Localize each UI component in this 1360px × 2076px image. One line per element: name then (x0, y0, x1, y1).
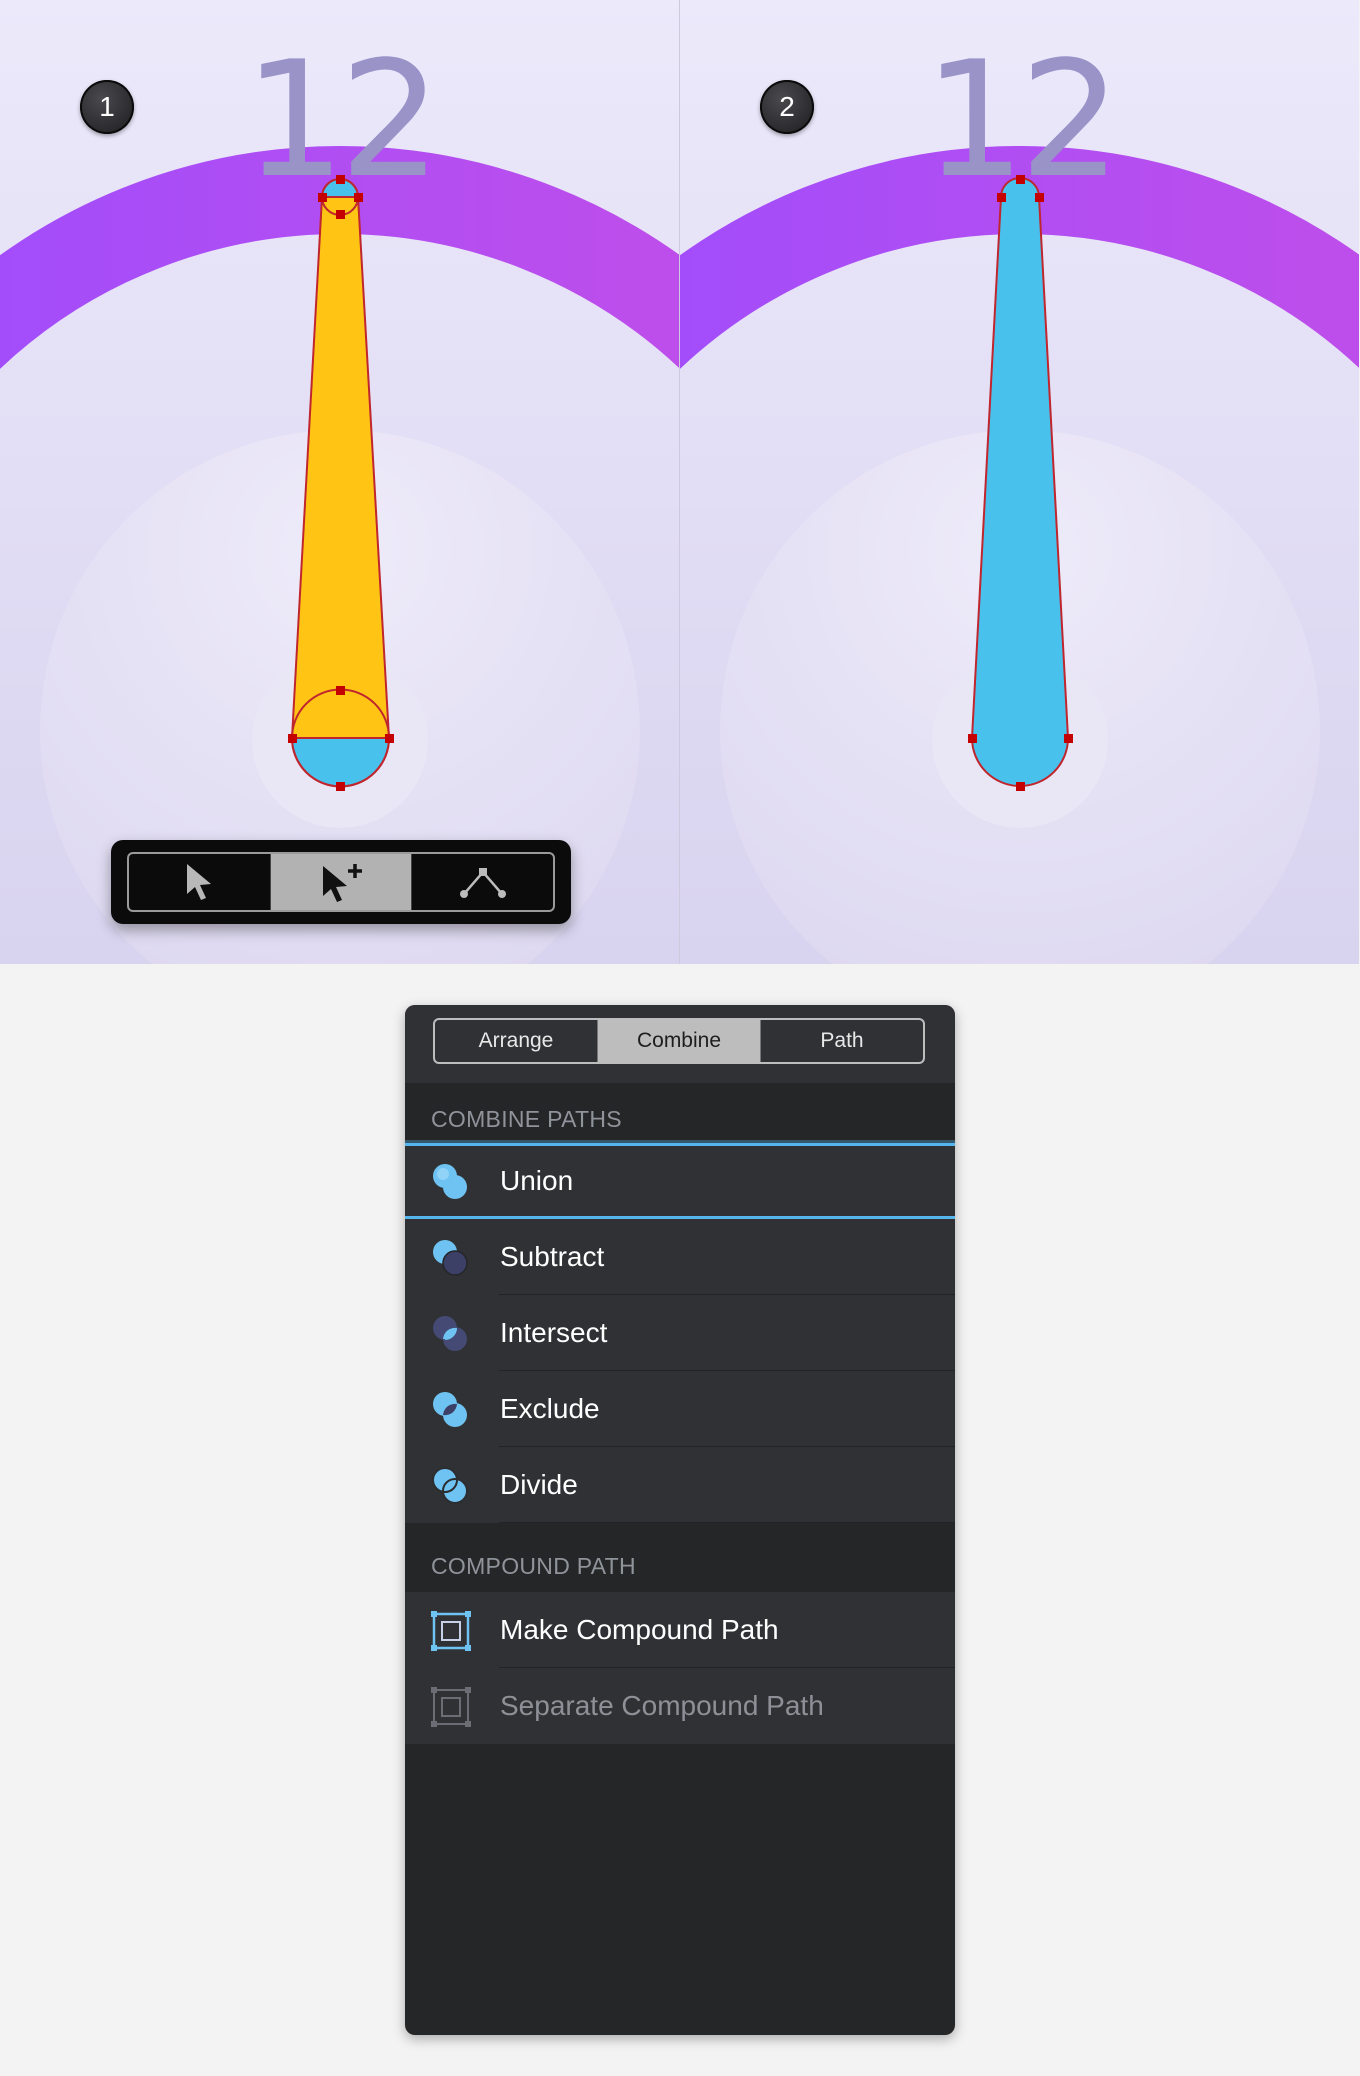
menu-item-label: Exclude (500, 1393, 600, 1424)
tab-combine[interactable]: Combine (597, 1020, 760, 1062)
inspector-panel: Arrange Combine Path COMBINE PATHS Union… (405, 1005, 955, 2035)
make-compound-path-icon (431, 1611, 471, 1651)
inspector-tabs: Arrange Combine Path (433, 1018, 925, 1064)
tool-selector (111, 840, 571, 924)
canvas-area: 12 1 12 2 (0, 0, 1360, 964)
arrow-cursor-icon (187, 864, 212, 900)
select-tool-button[interactable] (129, 854, 270, 910)
node-path-icon (459, 868, 506, 898)
intersect-icon (433, 1316, 467, 1351)
menu-item-label: Separate Compound Path (500, 1690, 824, 1721)
divide-icon (432, 1467, 468, 1504)
tab-arrange[interactable]: Arrange (435, 1020, 597, 1062)
menu-item-union[interactable]: Union (405, 1143, 955, 1219)
menu-item-label: Divide (500, 1469, 578, 1500)
menu-item-label: Make Compound Path (500, 1614, 779, 1645)
menu-item-label: Subtract (500, 1241, 605, 1272)
step-badge: 1 (80, 80, 134, 134)
menu-item-subtract[interactable]: Subtract (405, 1219, 955, 1295)
subtract-icon (433, 1240, 468, 1276)
compound-path-header: COMPOUND PATH (431, 1553, 636, 1579)
menu-item-separate-compound-path[interactable]: Separate Compound Path (405, 1668, 955, 1744)
combine-paths-header: COMBINE PATHS (431, 1106, 622, 1132)
arrow-plus-cursor-icon (323, 864, 362, 902)
menu-item-make-compound-path[interactable]: Make Compound Path (405, 1592, 955, 1668)
menu-item-exclude[interactable]: Exclude (405, 1371, 955, 1447)
tab-path[interactable]: Path (760, 1020, 923, 1062)
step-badge: 2 (760, 80, 814, 134)
menu-item-intersect[interactable]: Intersect (405, 1295, 955, 1371)
menu-item-label: Union (500, 1165, 574, 1196)
step-1-canvas[interactable]: 12 1 (0, 0, 679, 964)
step-2-canvas[interactable]: 12 2 (680, 0, 1359, 964)
menu-item-divide[interactable]: Divide (405, 1447, 955, 1523)
menu-item-label: Intersect (500, 1317, 608, 1348)
union-icon (433, 1164, 467, 1199)
separate-compound-path-icon (431, 1687, 471, 1727)
node-tool-button[interactable] (411, 854, 553, 910)
select-add-tool-button[interactable] (269, 854, 412, 910)
exclude-icon (433, 1392, 467, 1427)
